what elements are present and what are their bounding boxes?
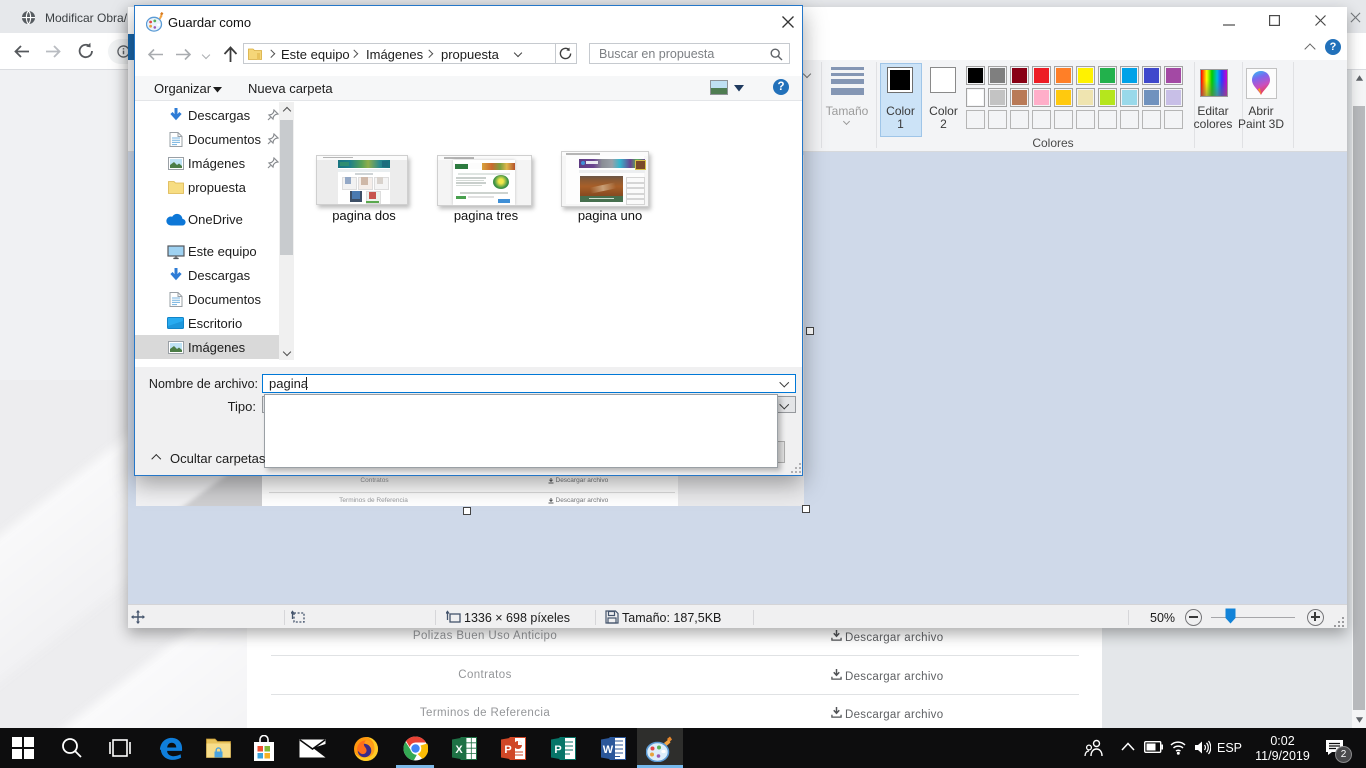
- svg-text:X: X: [455, 744, 463, 756]
- svg-text:W: W: [603, 744, 614, 756]
- svg-text:P: P: [554, 744, 561, 756]
- svg-text:P: P: [504, 744, 511, 756]
